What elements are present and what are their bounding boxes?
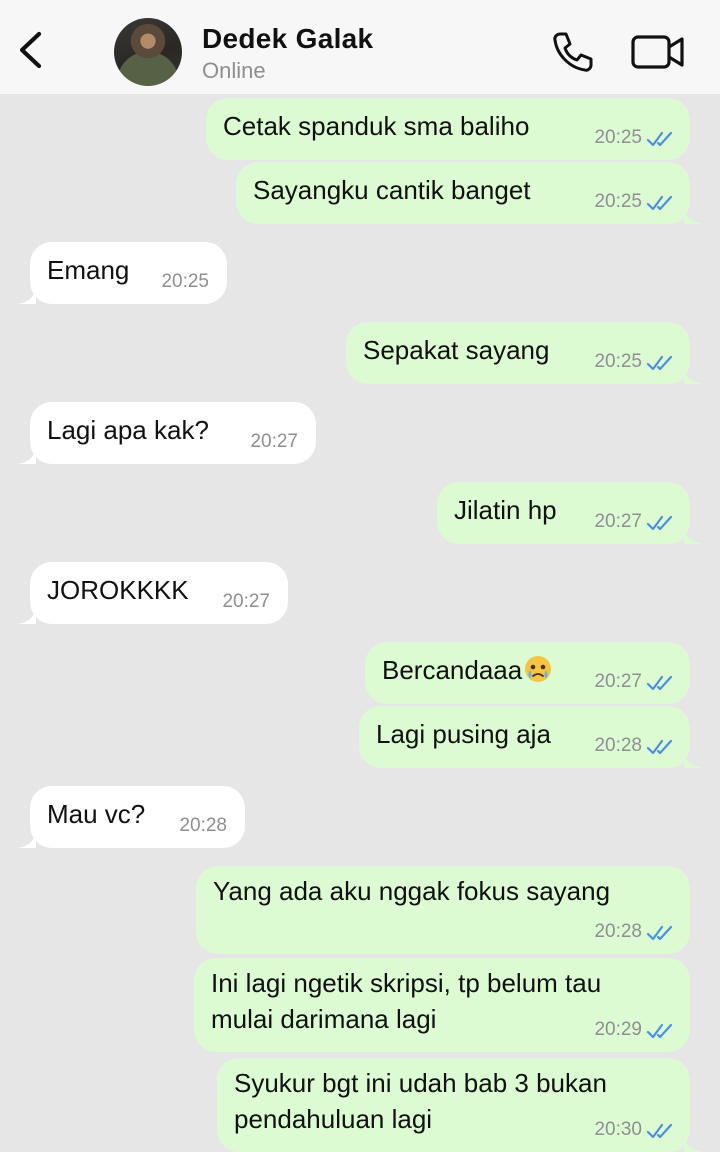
- message-time: 20:29: [594, 1019, 642, 1040]
- message-outgoing[interactable]: Sepakat sayang 20:25: [346, 322, 702, 384]
- message-text-line-1: Ini lagi ngetik skripsi, tp belum tau: [211, 968, 602, 998]
- read-ticks-icon: [646, 515, 673, 531]
- message-time: 20:27: [594, 671, 642, 692]
- bubble-tail: [18, 288, 36, 304]
- face-holding-back-tears-emoji: [525, 656, 552, 682]
- message-time: 20:28: [594, 735, 642, 756]
- message-time: 20:27: [250, 431, 298, 452]
- contact-status: Online: [202, 58, 266, 83]
- chat-screen: Dedek Galak Online Cetak spanduk sma bal…: [0, 0, 720, 1152]
- bubble-tail: [684, 752, 702, 768]
- message-time: 20:28: [594, 921, 642, 942]
- bubble-tail: [684, 528, 702, 544]
- message-incoming[interactable]: Lagi apa kak? 20:27: [18, 402, 316, 464]
- back-arrow-icon: [19, 31, 42, 69]
- video-camera-icon: [631, 35, 684, 69]
- message-text: Yang ada aku nggak fokus sayang: [213, 876, 611, 906]
- bubble-tail: [18, 832, 36, 848]
- message-text: Lagi pusing aja: [376, 719, 551, 749]
- message-time: 20:25: [161, 271, 209, 292]
- message-time: 20:30: [594, 1119, 642, 1140]
- message-text-line-2: mulai darimana lagi: [211, 1004, 437, 1034]
- message-text: Sayangku cantik banget: [253, 175, 531, 205]
- read-ticks-icon: [646, 195, 673, 211]
- read-ticks-icon: [646, 1023, 673, 1039]
- message-outgoing[interactable]: Syukur bgt ini udah bab 3 bukan pendahul…: [217, 1058, 702, 1152]
- read-ticks-icon: [646, 1123, 673, 1139]
- bubble-tail: [684, 368, 702, 384]
- message-text: Emang: [47, 255, 130, 285]
- contact-avatar[interactable]: [114, 18, 182, 86]
- message-outgoing[interactable]: Cetak spanduk sma baliho 20:25: [206, 98, 690, 160]
- read-ticks-icon: [646, 355, 673, 371]
- message-time: 20:25: [594, 127, 642, 148]
- message-time: 20:27: [594, 511, 642, 532]
- message-outgoing[interactable]: Jilatin hp 20:27: [437, 482, 702, 544]
- video-call-button[interactable]: [630, 30, 686, 74]
- read-ticks-icon: [646, 131, 673, 147]
- message-text-line-2: pendahuluan lagi: [234, 1104, 433, 1134]
- message-time: 20:28: [179, 815, 227, 836]
- message-time: 20:27: [222, 591, 270, 612]
- message-text: JOROKKKK: [47, 575, 189, 605]
- message-time: 20:25: [594, 351, 642, 372]
- bubble-tail: [18, 608, 36, 624]
- message-incoming[interactable]: JOROKKKK 20:27: [18, 562, 288, 624]
- message-outgoing[interactable]: Yang ada aku nggak fokus sayang 20:28: [196, 866, 690, 954]
- bubble-tail: [684, 208, 702, 224]
- message-incoming[interactable]: Mau vc? 20:28: [18, 786, 245, 848]
- voice-call-button[interactable]: [548, 28, 596, 76]
- message-outgoing[interactable]: Lagi pusing aja 20:28: [359, 706, 702, 768]
- message-text: Jilatin hp: [454, 495, 557, 525]
- message-outgoing[interactable]: Sayangku cantik banget 20:25: [236, 162, 702, 224]
- message-incoming[interactable]: Emang 20:25: [18, 242, 227, 304]
- message-outgoing[interactable]: Ini lagi ngetik skripsi, tp belum tau mu…: [194, 958, 690, 1052]
- message-text: Bercandaaa: [382, 652, 553, 688]
- message-text: Lagi apa kak?: [47, 415, 209, 445]
- message-text: Sepakat sayang: [363, 335, 550, 365]
- bubble-tail: [18, 448, 36, 464]
- contact-name[interactable]: Dedek Galak: [202, 23, 373, 55]
- phone-icon: [553, 32, 593, 72]
- read-ticks-icon: [646, 739, 673, 755]
- message-text-content: Bercandaaa: [382, 655, 523, 685]
- read-ticks-icon: [646, 675, 673, 691]
- back-button[interactable]: [12, 24, 52, 76]
- chat-header: Dedek Galak Online: [0, 0, 720, 94]
- message-outgoing[interactable]: Bercandaaa 20:27: [365, 642, 690, 704]
- message-text-line-1: Syukur bgt ini udah bab 3 bukan: [234, 1068, 607, 1098]
- message-text: Cetak spanduk sma baliho: [223, 111, 530, 141]
- bubble-tail: [684, 1136, 702, 1152]
- read-ticks-icon: [646, 925, 673, 941]
- message-time: 20:25: [594, 191, 642, 212]
- message-text: Mau vc?: [47, 799, 146, 829]
